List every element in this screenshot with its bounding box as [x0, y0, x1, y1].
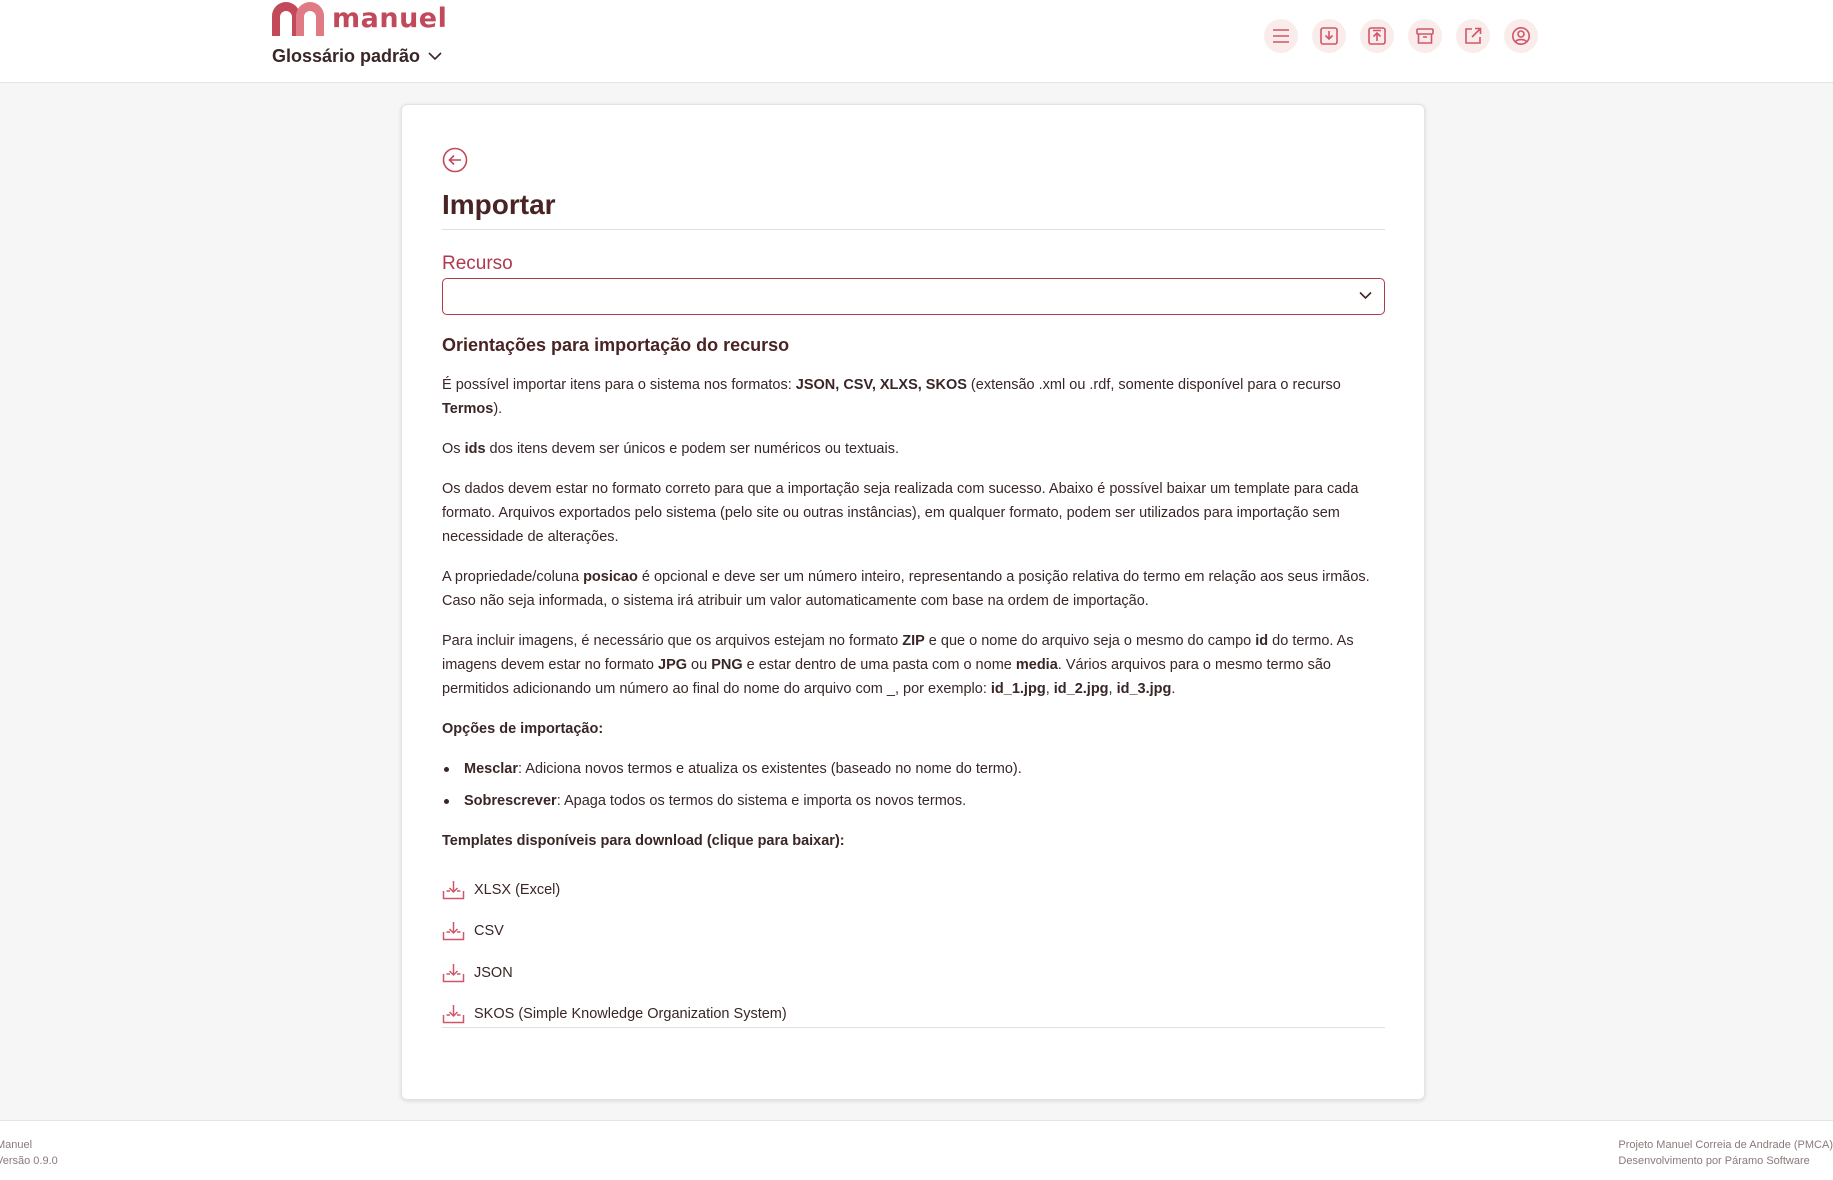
- example-bold: id_1.jpg: [990, 681, 1046, 697]
- footer-version-info: Manuel Versão 0.9.0: [0, 1137, 58, 1169]
- page-title: Importar: [442, 189, 556, 220]
- footer-version: Versão 0.9.0: [0, 1155, 58, 1167]
- template-download-xlsx[interactable]: XLSX (Excel): [442, 869, 1385, 911]
- text: ou: [687, 657, 712, 673]
- guide-paragraph-images: Para incluir imagens, é necessário que o…: [442, 629, 1385, 701]
- upload-icon: [1368, 27, 1386, 45]
- option-desc: : Apaga todos os termos do sistema e imp…: [556, 793, 967, 809]
- guide-paragraph-data-format: Os dados devem estar no formato correto …: [442, 481, 1359, 545]
- text: ,: [1108, 681, 1117, 697]
- template-label: SKOS (Simple Knowledge Organization Syst…: [474, 1006, 787, 1023]
- download-icon: [442, 922, 465, 941]
- option-name: Mesclar: [464, 761, 519, 777]
- template-download-csv[interactable]: CSV: [442, 911, 1385, 953]
- templates-list: XLSX (Excel) CSV JSON SKOS (Simple Knowl…: [442, 869, 1385, 1035]
- download-icon: [442, 1005, 465, 1024]
- jpg-bold: JPG: [658, 657, 688, 673]
- example-bold: id_2.jpg: [1053, 681, 1109, 697]
- example-bold: id_3.jpg: [1116, 681, 1172, 697]
- external-link-button[interactable]: [1456, 19, 1490, 53]
- option-desc: : Adiciona novos termos e atualiza os ex…: [518, 761, 1022, 777]
- template-download-json[interactable]: JSON: [442, 952, 1385, 994]
- text: É possível importar itens para o sistema…: [442, 377, 796, 393]
- option-item: Mesclar: Adiciona novos termos e atualiz…: [442, 757, 1385, 781]
- app-footer: Manuel Versão 0.9.0 Projeto Manuel Corre…: [0, 1120, 1833, 1180]
- chevron-down-icon: [1359, 291, 1372, 300]
- upload-button[interactable]: [1360, 19, 1394, 53]
- text: e que o nome do arquivo seja o mesmo do …: [924, 633, 1256, 649]
- text: (extensão .xml ou .rdf, somente disponív…: [966, 377, 1341, 393]
- guide-paragraph-formats: É possível importar itens para o sistema…: [442, 373, 1385, 421]
- guide-paragraph-ids: Os ids dos itens devem ser únicos e pode…: [442, 437, 1385, 461]
- download-icon: [442, 880, 465, 899]
- glossary-selector[interactable]: Glossário padrão: [272, 46, 442, 67]
- options-title: Opções de importação:: [442, 721, 604, 737]
- glossary-label: Glossário padrão: [272, 46, 421, 66]
- user-button[interactable]: [1504, 19, 1538, 53]
- text: ,: [1045, 681, 1054, 697]
- archive-button[interactable]: [1408, 19, 1442, 53]
- template-label: XLSX (Excel): [474, 881, 561, 898]
- footer-developer: Desenvolvimento por Páramo Software: [1618, 1155, 1810, 1167]
- option-item: Sobrescrever: Apaga todos os termos do s…: [442, 789, 1385, 813]
- import-guide: É possível importar itens para o sistema…: [442, 373, 1385, 1035]
- png-bold: PNG: [711, 657, 743, 673]
- text: ).: [493, 401, 503, 417]
- option-name: Sobrescrever: [464, 793, 557, 809]
- ids-bold: ids: [464, 441, 486, 457]
- logo-text: manuel: [332, 3, 448, 34]
- template-download-skos[interactable]: SKOS (Simple Knowledge Organization Syst…: [442, 994, 1385, 1036]
- bottom-divider: [442, 1027, 1385, 1028]
- logo-mark-icon: [272, 2, 324, 36]
- template-label: JSON: [474, 964, 513, 981]
- resource-label: Recurso: [442, 253, 513, 274]
- external-link-icon: [1465, 27, 1482, 44]
- text: e estar dentro de uma pasta com o nome: [742, 657, 1016, 673]
- archive-icon: [1416, 28, 1434, 44]
- menu-icon: [1273, 29, 1289, 43]
- media-bold: media: [1015, 657, 1058, 673]
- download-icon: [1320, 27, 1338, 45]
- chevron-down-icon: [428, 52, 442, 61]
- footer-app-name: Manuel: [0, 1139, 33, 1151]
- guide-title: Orientações para importação do recurso: [442, 335, 790, 355]
- template-label: CSV: [474, 923, 504, 940]
- posicao-bold: posicao: [583, 569, 638, 585]
- app-logo[interactable]: manuel: [272, 2, 447, 36]
- menu-button[interactable]: [1264, 19, 1298, 53]
- zip-bold: ZIP: [902, 633, 925, 649]
- back-arrow-icon[interactable]: [442, 147, 468, 173]
- user-icon: [1512, 27, 1530, 45]
- options-list: Mesclar: Adiciona novos termos e atualiz…: [442, 757, 1385, 813]
- text: A propriedade/coluna: [442, 569, 584, 585]
- app-header: manuel Glossário padrão: [0, 0, 1833, 83]
- title-divider: [442, 229, 1385, 230]
- header-toolbar: [1264, 19, 1552, 53]
- footer-credits: Projeto Manuel Correia de Andrade (PMCA)…: [1618, 1137, 1833, 1169]
- id-bold: id: [1255, 633, 1269, 649]
- templates-title: Templates disponíveis para download (cli…: [442, 833, 845, 849]
- text: .: [1171, 681, 1176, 697]
- guide-paragraph-posicao: A propriedade/coluna posicao é opcional …: [442, 565, 1385, 613]
- import-card: Importar Recurso Orientações para import…: [401, 104, 1425, 1100]
- download-icon: [442, 963, 465, 982]
- resource-select[interactable]: [442, 278, 1385, 315]
- formats-bold: JSON, CSV, XLXS, SKOS: [795, 377, 967, 393]
- download-button[interactable]: [1312, 19, 1346, 53]
- text: dos itens devem ser únicos e podem ser n…: [485, 441, 899, 457]
- text: Para incluir imagens, é necessário que o…: [442, 633, 903, 649]
- footer-project: Projeto Manuel Correia de Andrade (PMCA): [1618, 1139, 1833, 1151]
- text: Os: [442, 441, 465, 457]
- termos-bold: Termos: [442, 401, 494, 417]
